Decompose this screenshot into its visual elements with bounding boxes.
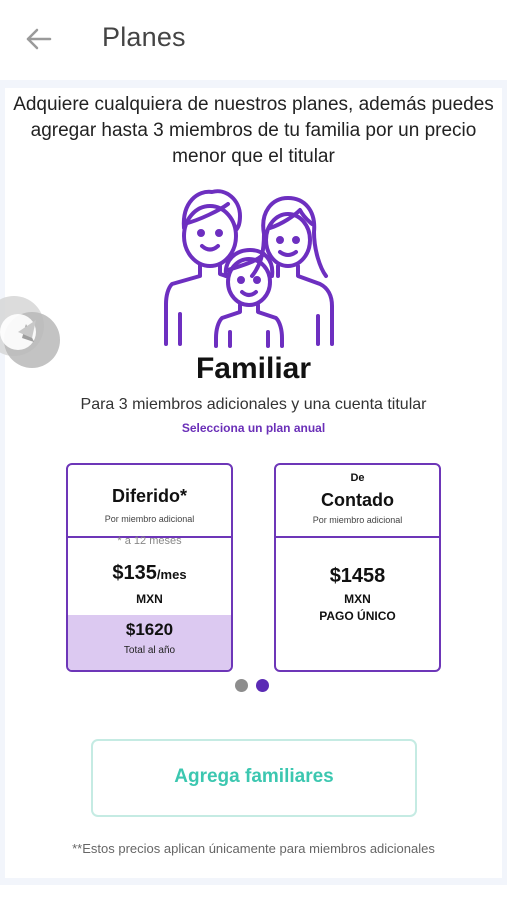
back-button[interactable] bbox=[22, 24, 56, 54]
cash-plan-prefix: De bbox=[350, 472, 365, 484]
footnote: **Estos precios aplican únicamente para … bbox=[72, 841, 435, 856]
cash-currency: MXN bbox=[344, 592, 371, 606]
deferred-plan-title: Diferido* bbox=[111, 486, 187, 506]
cash-per-member: Por miembro adicional bbox=[312, 515, 403, 525]
intro-text: Adquiere cualquiera de nuestros planes, … bbox=[0, 92, 507, 170]
intro-line-3: menor que el titular bbox=[172, 146, 335, 167]
deferred-price: $135/mes bbox=[68, 562, 231, 585]
deferred-price-amount: $135 bbox=[112, 562, 157, 584]
carousel-dot-2-active[interactable] bbox=[256, 679, 269, 692]
deferred-term: * a 12 meses bbox=[117, 535, 182, 547]
deferred-per-member: Por miembro adicional bbox=[104, 514, 195, 524]
plan-name: Familiar bbox=[195, 352, 312, 385]
cash-payment-label: PAGO ÚNICO bbox=[319, 609, 396, 623]
add-family-button[interactable]: Agrega familiares bbox=[91, 739, 417, 817]
arrow-left-icon bbox=[26, 28, 52, 50]
carousel-indicator bbox=[235, 679, 275, 693]
plan-description: Para 3 miembros adicionales y una cuenta… bbox=[80, 396, 427, 413]
card-divider bbox=[276, 536, 439, 538]
deferred-total-box: $1620 Total al año bbox=[68, 615, 231, 670]
carousel-dot-1[interactable] bbox=[235, 679, 248, 692]
intro-line-1: Adquiere cualquiera de nuestros planes, … bbox=[13, 94, 494, 115]
deferred-total-price: $1620 bbox=[125, 620, 174, 639]
plan-hint: Selecciona un plan anual bbox=[181, 421, 326, 435]
family-icon bbox=[160, 184, 340, 352]
floating-assist-button[interactable] bbox=[0, 286, 68, 376]
deferred-plan-card[interactable]: Diferido* Por miembro adicional * a 12 m… bbox=[66, 463, 233, 672]
app-bar: Planes bbox=[0, 0, 507, 80]
deferred-total-label: Total al año bbox=[123, 645, 176, 656]
intro-line-2: agregar hasta 3 miembros de tu familia p… bbox=[30, 120, 477, 141]
deferred-price-period: /mes bbox=[156, 567, 187, 582]
deferred-currency: MXN bbox=[136, 592, 163, 606]
cash-plan-title: Contado bbox=[321, 490, 394, 510]
floating-assist-icon bbox=[0, 296, 60, 368]
add-family-button-label: Agrega familiares bbox=[174, 766, 334, 787]
cash-plan-card[interactable]: De Contado Por miembro adicional $1458 M… bbox=[274, 463, 441, 672]
page-title: Planes bbox=[102, 22, 186, 52]
cash-price: $1458 bbox=[329, 565, 386, 587]
